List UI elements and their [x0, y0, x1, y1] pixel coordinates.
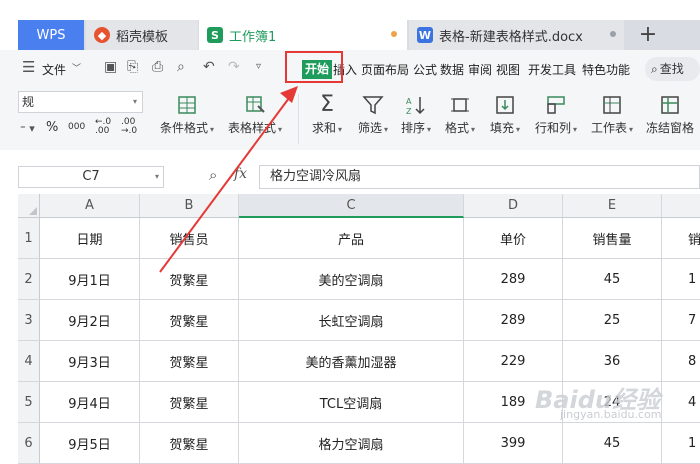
- baidu-watermark-url: jingyan.baidu.com: [560, 408, 662, 421]
